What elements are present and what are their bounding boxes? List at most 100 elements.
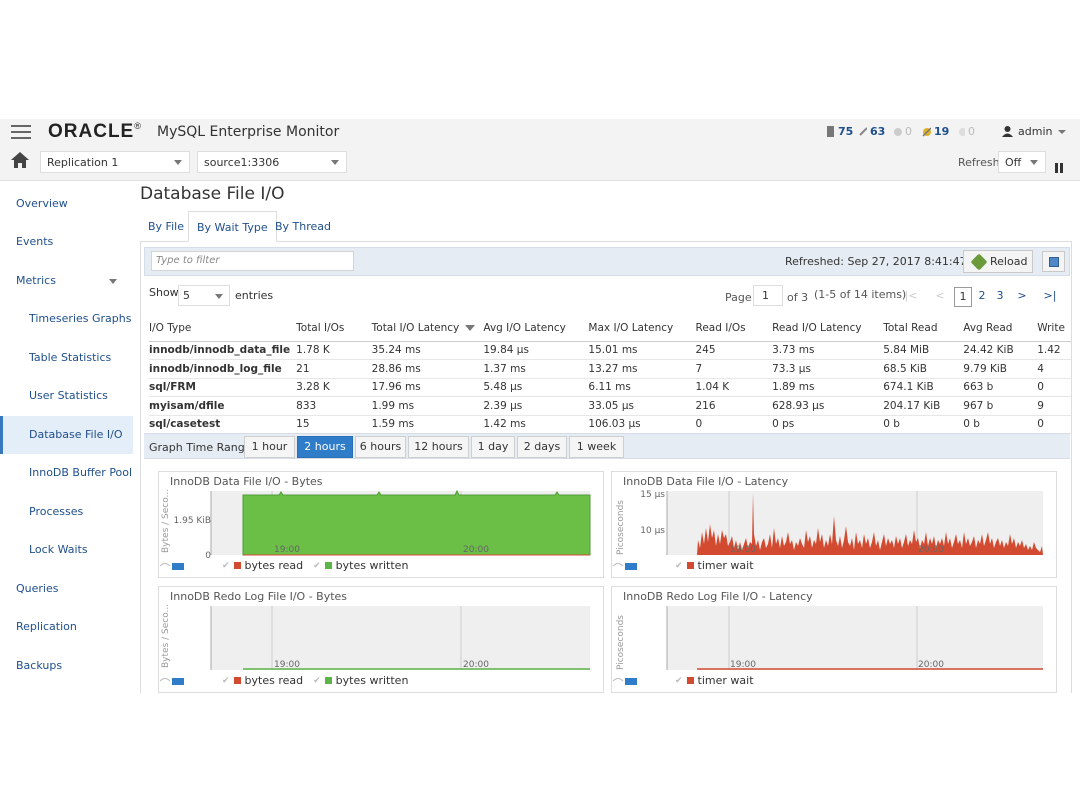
page-size-select[interactable]: 5 <box>178 285 230 306</box>
page-3-button[interactable]: 3 <box>991 287 1009 307</box>
top-bar: ORACLE® MySQL Enterprise Monitor 75 63 0… <box>0 119 1080 145</box>
column-header[interactable]: Avg I/O Latency <box>483 315 589 342</box>
filter-bar: Type to filter Refreshed: Sep 27, 2017 8… <box>144 247 1070 276</box>
range-6-hours-button[interactable]: 6 hours <box>355 436 406 458</box>
refresh-select-value: Off <box>1005 156 1022 169</box>
range-1-hour-button[interactable]: 1 hour <box>244 436 295 458</box>
column-header[interactable]: I/O Type <box>149 315 297 342</box>
y-axis-label: Bytes / Seco... <box>161 489 171 553</box>
column-header[interactable]: Total Read <box>883 315 964 342</box>
first-page-icon[interactable]: |< <box>902 287 920 307</box>
legend-item-bytes-written[interactable]: bytes written <box>336 559 409 572</box>
range-2-hours-button[interactable]: 2 hours <box>297 436 353 458</box>
sidebar-item-replication[interactable]: Replication <box>0 608 133 646</box>
sidebar-item-overview[interactable]: Overview <box>0 185 133 223</box>
sidebar-item-timeseries-graphs[interactable]: Timeseries Graphs <box>0 300 133 338</box>
column-header-sorted[interactable]: Total I/O Latency <box>371 315 484 342</box>
table-row[interactable]: sql/FRM 3.28 K 17.96 ms 5.48 µs 6.11 ms … <box>149 378 1071 397</box>
instance-select-value: source1:3306 <box>204 156 280 169</box>
table-row[interactable]: innodb/innodb_data_file 1.78 K 35.24 ms … <box>149 341 1071 360</box>
stat-critical-count: 0 <box>905 125 912 138</box>
range-12-hours-button[interactable]: 12 hours <box>408 436 469 458</box>
column-header[interactable]: Total I/Os <box>296 315 372 342</box>
table-cell: 5.48 µs <box>483 378 589 397</box>
table-cell: 15 <box>296 415 372 434</box>
range-1-week-button[interactable]: 1 week <box>569 436 624 458</box>
chevron-down-icon <box>109 279 117 284</box>
stat-servers[interactable]: 75 <box>826 125 853 138</box>
home-icon[interactable] <box>11 152 29 168</box>
pause-icon[interactable] <box>1055 158 1065 173</box>
table-cell: 1.89 ms <box>772 378 884 397</box>
page-size-value: 5 <box>183 289 190 302</box>
tab-by-thread[interactable]: By Thread <box>267 211 339 242</box>
chart-zoom-icon[interactable] <box>612 561 638 571</box>
chart-zoom-icon[interactable] <box>159 561 185 571</box>
table-cell: 1.99 ms <box>371 396 484 416</box>
filter-input[interactable]: Type to filter <box>151 251 354 271</box>
y-axis-label: Picoseconds <box>616 500 626 555</box>
chevron-down-icon <box>1030 160 1038 165</box>
refresh-select[interactable]: Off <box>998 151 1046 173</box>
last-page-icon[interactable]: >| <box>1041 287 1059 307</box>
page-1-button[interactable]: 1 <box>954 287 972 307</box>
legend-item-bytes-written[interactable]: bytes written <box>336 674 409 687</box>
tab-by-file[interactable]: By File <box>140 211 192 242</box>
table-cell: 0 b <box>883 415 964 434</box>
page-label: Page <box>725 291 752 304</box>
chart-zoom-icon[interactable] <box>612 676 638 686</box>
table-row[interactable]: myisam/dfile 833 1.99 ms 2.39 µs 33.05 µ… <box>149 396 1071 416</box>
check-icon: ✔ <box>675 560 683 571</box>
stat-info[interactable]: 0 <box>956 125 975 138</box>
range-2-days-button[interactable]: 2 days <box>517 436 567 458</box>
sidebar-item-events[interactable]: Events <box>0 223 133 261</box>
table-cell: 5.84 MiB <box>883 341 964 360</box>
table-cell: 245 <box>695 341 773 360</box>
next-page-icon[interactable]: > <box>1013 287 1031 307</box>
table-cell: 0 <box>1037 415 1071 434</box>
sidebar-item-backups[interactable]: Backups <box>0 647 133 685</box>
columns-button[interactable] <box>1042 251 1065 272</box>
instance-select[interactable]: source1:3306 <box>197 151 347 173</box>
legend-swatch <box>233 677 241 684</box>
reload-button[interactable]: Reload <box>963 250 1033 273</box>
sidebar-item-table-statistics[interactable]: Table Statistics <box>0 339 133 377</box>
column-header[interactable]: Write <box>1037 315 1071 342</box>
sidebar-item-innodb-buffer-pool[interactable]: InnoDB Buffer Pool <box>0 454 133 492</box>
column-header[interactable]: Read I/Os <box>695 315 773 342</box>
legend-item-bytes-read[interactable]: bytes read <box>245 559 304 572</box>
legend-swatch <box>233 562 241 569</box>
table-cell: myisam/dfile <box>149 396 297 416</box>
prev-page-icon[interactable]: < <box>931 287 949 307</box>
stat-emergency[interactable]: 63 <box>858 125 885 138</box>
sidebar-item-database-file-io[interactable]: Database File I/O <box>0 416 133 454</box>
sidebar-item-processes[interactable]: Processes <box>0 493 133 531</box>
table-cell: 2.39 µs <box>483 396 589 416</box>
column-header[interactable]: Read I/O Latency <box>772 315 884 342</box>
stat-critical[interactable]: 0 <box>893 125 912 138</box>
column-header[interactable]: Max I/O Latency <box>588 315 696 342</box>
legend-item-timer-wait[interactable]: timer wait <box>698 559 754 572</box>
user-menu[interactable]: admin <box>1002 125 1067 138</box>
page-number-input[interactable]: 1 <box>753 285 783 306</box>
table-row[interactable]: innodb/innodb_log_file 21 28.86 ms 1.37 … <box>149 359 1071 379</box>
user-icon <box>1002 126 1013 137</box>
sidebar-item-queries[interactable]: Queries <box>0 570 133 608</box>
sidebar-item-lock-waits[interactable]: Lock Waits <box>0 531 133 569</box>
tab-by-wait-type[interactable]: By Wait Type <box>188 211 277 242</box>
menu-icon[interactable] <box>11 125 31 139</box>
group-select-value: Replication 1 <box>47 156 119 169</box>
legend-item-timer-wait[interactable]: timer wait <box>698 674 754 687</box>
table-row[interactable]: sql/casetest 15 1.59 ms 1.42 ms 106.03 µ… <box>149 415 1071 434</box>
column-header[interactable]: Avg Read <box>963 315 1038 342</box>
legend-item-bytes-read[interactable]: bytes read <box>245 674 304 687</box>
chart-zoom-icon[interactable] <box>159 676 185 686</box>
warning-icon <box>922 127 931 137</box>
table-cell: 7 <box>695 359 773 379</box>
stat-warning[interactable]: 19 <box>922 125 949 138</box>
range-1-day-button[interactable]: 1 day <box>471 436 515 458</box>
sidebar-item-metrics[interactable]: Metrics <box>0 262 133 300</box>
page-2-button[interactable]: 2 <box>973 287 991 307</box>
group-select[interactable]: Replication 1 <box>40 151 190 173</box>
sidebar-item-user-statistics[interactable]: User Statistics <box>0 377 133 415</box>
